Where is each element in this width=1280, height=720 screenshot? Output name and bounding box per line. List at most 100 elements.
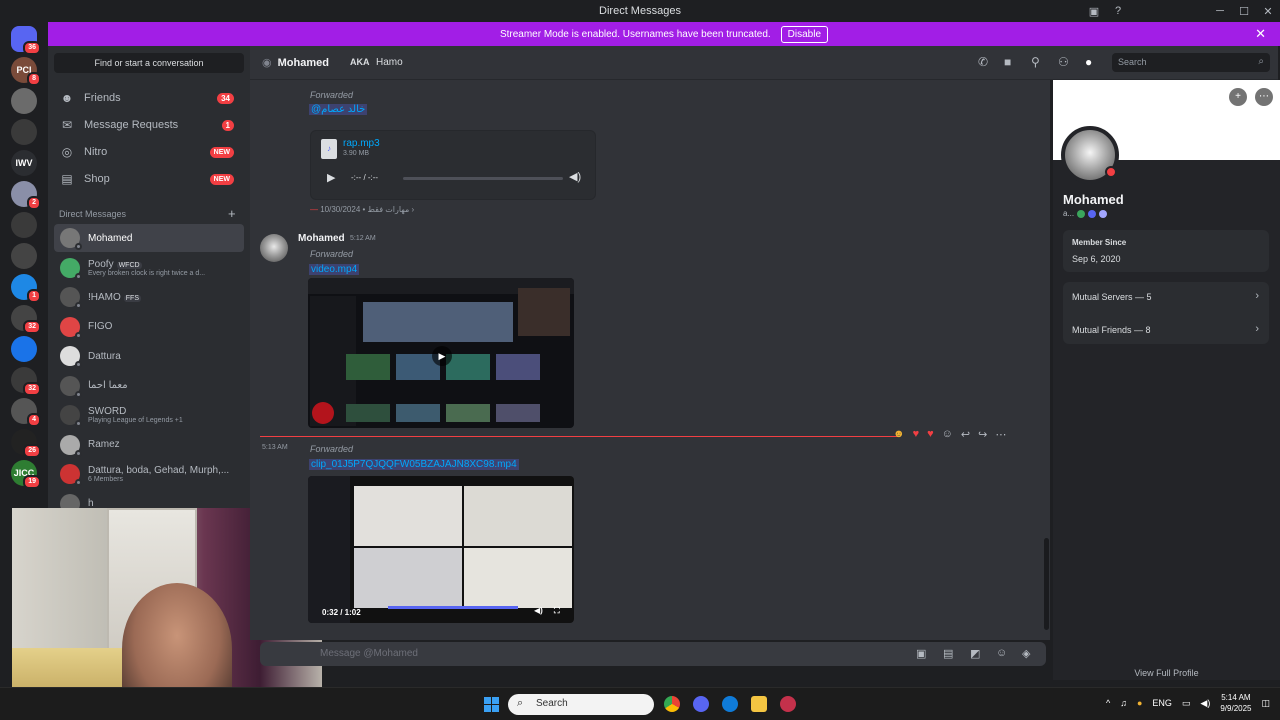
view-full-profile-link[interactable]: View Full Profile xyxy=(1053,664,1280,682)
pin-icon[interactable]: ⚲ xyxy=(1031,55,1040,69)
close-window-button[interactable]: ✕ xyxy=(1256,5,1280,18)
dm-item[interactable]: Dattura, boda, Gehad, Murph,... 6 Members xyxy=(54,460,244,488)
dm-item[interactable]: Poofy WFCD Every broken clock is right twi… xyxy=(54,254,244,282)
chrome-icon[interactable] xyxy=(664,696,680,712)
emoji-icon[interactable]: ☺ xyxy=(996,647,1007,659)
dm-item[interactable]: معما احما xyxy=(54,372,244,400)
mutual-servers-row[interactable]: Mutual Servers — 5 xyxy=(1072,292,1152,302)
server-icon[interactable] xyxy=(11,336,37,362)
dm-item[interactable]: !HAMO FFS xyxy=(54,283,244,311)
voice-call-icon[interactable]: ✆ xyxy=(978,55,988,69)
inbox-icon[interactable]: ▣ xyxy=(1082,5,1106,18)
dm-item[interactable]: Ramez xyxy=(54,431,244,459)
server-icon[interactable]: 36 xyxy=(11,26,41,55)
video-call-icon[interactable]: ■ xyxy=(1004,55,1011,69)
notification-icon[interactable]: ◫ xyxy=(1261,698,1270,709)
reply-icon[interactable]: ↩ xyxy=(961,428,970,441)
heart-reaction-icon[interactable]: ♥ xyxy=(927,428,934,440)
find-conversation-button[interactable]: Find or start a conversation xyxy=(54,53,244,73)
server-icon[interactable]: JICC 19 xyxy=(11,460,41,489)
message-input[interactable]: Message @Mohamed xyxy=(320,648,418,659)
dm-item[interactable]: Dattura xyxy=(54,342,244,370)
video-file-link[interactable]: clip_01J5P7QJQQFW05BZAJAJN8XC98.mp4 xyxy=(309,459,519,470)
message-author[interactable]: Mohamed xyxy=(298,233,345,244)
server-icon[interactable]: 1 xyxy=(11,274,41,303)
volume-icon[interactable]: ◀) xyxy=(534,606,543,615)
add-friend-icon[interactable]: + xyxy=(1229,88,1247,106)
dm-item[interactable]: Mohamed xyxy=(54,224,244,252)
headset-icon[interactable]: ♫ xyxy=(1120,698,1127,708)
chat-header: ◉ Mohamed AKA Hamo ✆ ■ ⚲ ⚇ ● Search ⌕ xyxy=(250,46,1278,80)
profile-avatar[interactable] xyxy=(1061,126,1119,184)
dm-item[interactable]: FIGO xyxy=(54,313,244,341)
mention[interactable]: @خالد عصام xyxy=(309,104,368,115)
clock[interactable]: 5:14 AM 9/9/2025 xyxy=(1220,692,1251,714)
nav-item-nitro[interactable]: ◎ Nitro NEW xyxy=(54,140,244,164)
avatar xyxy=(60,405,82,427)
minimize-button[interactable]: ─ xyxy=(1208,5,1232,17)
server-icon[interactable] xyxy=(11,119,37,145)
badge-icon xyxy=(1077,209,1086,218)
file-name-link[interactable]: rap.mp3 xyxy=(343,138,380,149)
network-icon[interactable]: ▭ xyxy=(1182,698,1191,709)
mutual-friends-row[interactable]: Mutual Friends — 8 xyxy=(1072,325,1151,335)
server-icon[interactable]: IWV xyxy=(11,150,37,176)
windows-start-icon[interactable] xyxy=(484,697,499,712)
search-input[interactable]: Search ⌕ xyxy=(1112,53,1270,72)
volume-icon[interactable]: ◀) xyxy=(1200,698,1210,709)
message-composer[interactable]: Message @Mohamed ▣ ▤ ◩ ☺ ◈ xyxy=(260,642,1046,666)
edge-icon[interactable] xyxy=(722,696,738,712)
chevron-right-icon[interactable]: › xyxy=(1255,290,1259,302)
server-icon[interactable]: 4 xyxy=(11,398,41,427)
server-icon[interactable]: PCI 8 xyxy=(11,57,41,86)
server-icon[interactable]: 32 xyxy=(11,367,41,396)
gift-icon[interactable]: ▣ xyxy=(916,647,926,660)
nav-item-shop[interactable]: ▤ Shop NEW xyxy=(54,167,244,191)
help-icon[interactable]: ? xyxy=(1106,5,1130,17)
video-file-link[interactable]: video.mp4 xyxy=(309,264,360,275)
forwarded-channel[interactable]: مهارات فقط xyxy=(368,205,410,214)
video-player[interactable]: 0:32 / 1:02 ◀) ⛶ xyxy=(308,476,574,623)
volume-icon[interactable]: ◀) xyxy=(569,170,581,183)
create-dm-icon[interactable]: + xyxy=(228,206,236,221)
gif-icon[interactable]: ▤ xyxy=(943,647,953,660)
microphone-icon[interactable]: ● xyxy=(1137,698,1142,708)
server-icon[interactable]: 26 xyxy=(11,429,41,458)
add-reaction-icon[interactable]: ☺ xyxy=(942,428,953,440)
sticker-icon[interactable]: ◩ xyxy=(970,647,980,660)
nav-item-message-requests[interactable]: ✉ Message Requests 1 xyxy=(54,113,244,137)
fullscreen-icon[interactable]: ⛶ xyxy=(554,606,560,616)
laugh-reaction-icon[interactable]: ☻ xyxy=(893,428,905,440)
language-indicator[interactable]: ENG xyxy=(1152,698,1172,708)
apps-icon[interactable]: ◈ xyxy=(1022,647,1030,660)
file-explorer-icon[interactable] xyxy=(751,696,767,712)
user-profile-icon[interactable]: ● xyxy=(1085,55,1092,69)
chevron-up-icon[interactable]: ^ xyxy=(1106,698,1110,708)
play-icon[interactable]: ▶ xyxy=(327,171,335,184)
more-icon[interactable]: ⋯ xyxy=(995,428,1006,441)
server-icon[interactable] xyxy=(11,212,37,238)
more-icon[interactable]: ⋯ xyxy=(1255,88,1273,106)
disable-streamer-mode-button[interactable]: Disable xyxy=(780,25,829,43)
server-icon[interactable] xyxy=(11,243,37,269)
server-icon[interactable]: 32 xyxy=(11,305,41,334)
chat-recipient-name[interactable]: Mohamed xyxy=(278,57,329,69)
discord-icon[interactable] xyxy=(693,696,709,712)
app-icon[interactable] xyxy=(780,696,796,712)
heart-reaction-icon[interactable]: ♥ xyxy=(913,428,920,440)
dm-item[interactable]: SWORD Playing League of Legends +1 xyxy=(54,401,244,429)
audio-seek-bar[interactable] xyxy=(403,177,563,180)
play-icon[interactable]: ▶ xyxy=(432,346,452,366)
scrollbar[interactable] xyxy=(1044,538,1049,630)
forward-icon[interactable]: ↪ xyxy=(978,428,987,441)
server-icon[interactable]: 2 xyxy=(11,181,41,210)
chevron-right-icon[interactable]: › xyxy=(1255,323,1259,335)
close-icon[interactable]: ✕ xyxy=(1255,26,1266,42)
message-author-avatar[interactable] xyxy=(260,234,288,262)
server-icon[interactable] xyxy=(11,88,37,114)
maximize-button[interactable]: ☐ xyxy=(1232,5,1256,18)
add-friends-icon[interactable]: ⚇ xyxy=(1058,55,1069,69)
taskbar-search[interactable]: ⌕ Search xyxy=(508,694,654,715)
video-attachment[interactable]: ▶ xyxy=(308,278,574,428)
nav-item-friends[interactable]: ☻ Friends 34 xyxy=(54,86,244,110)
